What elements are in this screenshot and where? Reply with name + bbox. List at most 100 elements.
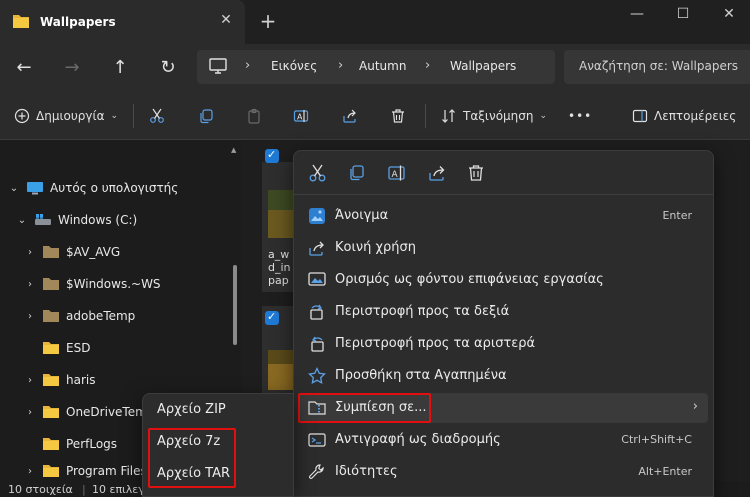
tab-title: Wallpapers <box>40 15 116 29</box>
share-icon[interactable] <box>427 163 447 183</box>
menu-item-label: Ορισμός ως φόντου επιφάνειας εργασίας <box>335 272 604 287</box>
sidebar-item-haris[interactable]: › haris <box>24 365 95 395</box>
menu-item-share[interactable]: Κοινή χρήση <box>300 233 708 263</box>
sidebar-item-esd[interactable]: ESD <box>24 333 90 363</box>
rename-icon[interactable]: A <box>387 163 407 183</box>
folder-icon <box>13 15 29 28</box>
file-name: pap <box>268 274 289 287</box>
sidebar-item-label: Program Files <box>66 464 147 478</box>
rotate-left-icon <box>311 336 324 352</box>
rename-button[interactable]: A <box>293 106 309 126</box>
file-checkbox[interactable] <box>265 310 279 325</box>
more-options-button[interactable]: ••• <box>568 106 592 126</box>
details-button[interactable]: Λεπτομέρειες <box>632 106 736 126</box>
menu-item-open[interactable]: Άνοιγμα Enter <box>300 201 708 231</box>
submenu-item-zip[interactable]: Αρχείο ZIP <box>143 395 293 425</box>
file-checkbox[interactable] <box>265 148 279 163</box>
file-thumbnail-image <box>268 190 294 238</box>
sidebar-item-av-avg[interactable]: › $AV_AVG <box>24 237 120 267</box>
sidebar-item-label: $Windows.~WS <box>66 277 161 291</box>
tab-wallpapers[interactable]: Wallpapers ✕ <box>0 0 245 44</box>
details-pane-icon <box>632 109 648 123</box>
sidebar-item-label: ESD <box>66 341 91 355</box>
tab-close-icon[interactable]: ✕ <box>219 13 233 27</box>
new-button[interactable]: Δημιουργία ⌄ <box>14 106 118 126</box>
breadcrumb-pictures[interactable]: Εικόνες <box>271 59 317 73</box>
sidebar-item-adobetemp[interactable]: › adobeTemp <box>24 301 135 331</box>
submenu-item-label: Αρχείο ZIP <box>157 402 226 417</box>
trash-icon[interactable] <box>466 163 486 183</box>
maximize-button[interactable]: ☐ <box>668 4 698 24</box>
up-button[interactable]: ↑ <box>108 56 132 80</box>
sidebar-item-windows-c[interactable]: ⌄ Windows (C:) <box>16 205 137 235</box>
menu-item-label: Περιστροφή προς τα δεξιά <box>335 304 510 319</box>
scroll-up-arrow[interactable]: ▲ <box>231 146 236 154</box>
sidebar-item-onedrivetemp[interactable]: › OneDriveTemp <box>24 397 154 427</box>
search-input[interactable]: Αναζήτηση σε: Wallpapers <box>564 50 750 84</box>
sort-button[interactable]: Ταξινόμηση ⌄ <box>441 106 547 126</box>
menu-item-copy-as-path[interactable]: Αντιγραφή ως διαδρομής Ctrl+Shift+C <box>300 425 708 455</box>
chevron-right-icon[interactable]: › <box>24 407 36 418</box>
sidebar-item-label: Αυτός ο υπολογιστής <box>50 181 179 195</box>
copy-icon[interactable] <box>347 163 367 183</box>
paste-button[interactable] <box>246 106 262 126</box>
scissors-icon <box>150 108 164 123</box>
sidebar-item-perflogs[interactable]: PerfLogs <box>24 429 117 459</box>
close-button[interactable]: ✕ <box>714 4 744 24</box>
selected-count: 10 επιλεγ <box>92 483 145 496</box>
menu-item-rotate-left[interactable]: Περιστροφή προς τα αριστερά <box>300 329 708 359</box>
paste-icon <box>248 108 260 124</box>
file-thumbnail-image <box>268 350 294 390</box>
chevron-right-icon[interactable]: › <box>24 466 36 477</box>
menu-item-label: Ιδιότητες <box>335 464 398 479</box>
scissors-icon[interactable] <box>308 163 328 183</box>
computer-icon <box>27 182 43 195</box>
divider <box>425 104 426 128</box>
sidebar-item-windows-ws[interactable]: › $Windows.~WS <box>24 269 161 299</box>
sidebar-scrollbar[interactable] <box>233 265 237 345</box>
context-menu-quick-actions: A <box>294 151 713 195</box>
sidebar-item-program-files[interactable]: › Program Files <box>24 461 147 481</box>
chevron-right-icon[interactable]: › <box>24 311 36 322</box>
chevron-down-icon[interactable]: ⌄ <box>16 215 28 226</box>
menu-item-properties[interactable]: Ιδιότητες Alt+Enter <box>300 457 708 487</box>
folder-icon <box>43 310 59 322</box>
chevron-right-icon[interactable]: › <box>24 247 36 258</box>
chevron-right-icon[interactable]: › <box>24 279 36 290</box>
command-bar: Δημιουργία ⌄ A Ταξινόμηση ⌄ ••• Λεπτομέρ… <box>0 92 750 140</box>
menu-item-label: Περιστροφή προς τα αριστερά <box>335 336 536 351</box>
back-button[interactable]: ← <box>12 56 36 80</box>
share-icon <box>343 109 356 123</box>
share-icon <box>309 241 324 256</box>
drive-icon <box>35 214 51 225</box>
chevron-down-icon: ⌄ <box>110 111 119 121</box>
plus-circle-icon <box>14 108 30 124</box>
minimize-button[interactable]: — <box>622 4 652 24</box>
image-open-icon <box>309 208 325 224</box>
refresh-button[interactable]: ↻ <box>156 56 180 80</box>
menu-item-rotate-right[interactable]: Περιστροφή προς τα δεξιά <box>300 297 708 327</box>
menu-item-add-favorites[interactable]: Προσθήκη στα Αγαπημένα <box>300 361 708 391</box>
menu-item-shortcut: Ctrl+Shift+C <box>621 433 692 446</box>
breadcrumb[interactable]: › Εικόνες › Autumn › Wallpapers <box>197 50 555 84</box>
chevron-down-icon[interactable]: ⌄ <box>8 183 20 194</box>
copy-button[interactable] <box>198 106 214 126</box>
share-button[interactable] <box>342 106 358 126</box>
sidebar-item-this-pc[interactable]: ⌄ Αυτός ο υπολογιστής <box>8 173 179 203</box>
sidebar-item-label: haris <box>66 373 96 387</box>
forward-button[interactable]: → <box>60 56 84 80</box>
divider <box>133 104 134 128</box>
menu-item-set-background[interactable]: Ορισμός ως φόντου επιφάνειας εργασίας <box>300 265 708 295</box>
breadcrumb-separator: › <box>245 58 251 73</box>
folder-icon <box>43 278 59 290</box>
chevron-right-icon[interactable]: › <box>24 375 36 386</box>
new-tab-button[interactable]: + <box>258 10 278 32</box>
sidebar-item-label: PerfLogs <box>66 437 118 451</box>
cut-button[interactable] <box>149 106 165 126</box>
trash-icon <box>392 109 404 123</box>
desktop-background-icon <box>308 272 326 286</box>
breadcrumb-wallpapers[interactable]: Wallpapers <box>450 59 516 73</box>
delete-button[interactable] <box>390 106 406 126</box>
breadcrumb-autumn[interactable]: Autumn <box>359 59 406 73</box>
folder-icon <box>43 342 59 354</box>
